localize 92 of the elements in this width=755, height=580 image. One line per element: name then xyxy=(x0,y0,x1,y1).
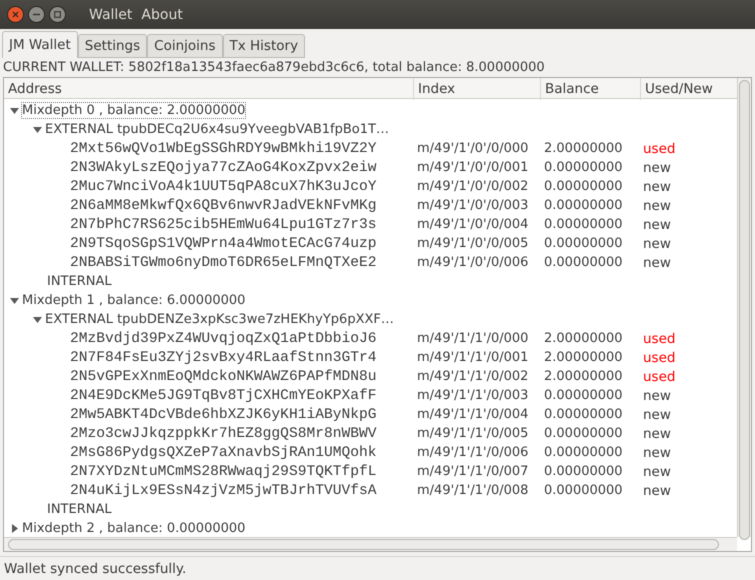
balance-cell-text: 0.00000000 xyxy=(543,464,623,479)
address-cell-text: 2Mxt56wQVo1WbEgSSGhRDY9wBMkhi19VZ2Y xyxy=(69,140,377,156)
tab[interactable]: JM Wallet xyxy=(2,31,78,58)
status-cell-text: used xyxy=(642,350,676,366)
tab[interactable]: Tx History xyxy=(222,34,306,58)
branch-label[interactable]: INTERNAL xyxy=(47,502,112,517)
balance-cell-text: 2.00000000 xyxy=(543,141,623,156)
balance-cell-text: 0.00000000 xyxy=(543,217,623,232)
status-cell-text: used xyxy=(642,330,676,346)
index-cell-text: m/49'/1'/0'/0/001 xyxy=(416,160,528,175)
status-cell-text: new xyxy=(642,216,671,232)
status-cell-text: used xyxy=(642,368,676,384)
status-cell-text: new xyxy=(642,236,671,252)
index-cell-text: m/49'/1'/0'/0/002 xyxy=(416,179,528,194)
address-cell-text: 2N4E9DcKMe5JG9TqBv8TjCXHCmYEoKPXafF xyxy=(69,388,377,404)
balance-cell-text: 0.00000000 xyxy=(543,445,623,460)
status-cell-text: new xyxy=(642,464,671,480)
column-header[interactable]: Index xyxy=(414,78,541,100)
status-cell-text: used xyxy=(642,140,676,156)
address-cell-text: 2Mw5ABKT4DcVBde6hbXZJK6yKH1iAByNkpG xyxy=(69,406,377,422)
branch-label[interactable]: INTERNAL xyxy=(47,274,112,289)
index-cell-text: m/49'/1'/0'/0/005 xyxy=(416,236,528,251)
index-cell-text: m/49'/1'/1'/0/007 xyxy=(416,464,528,479)
address-cell-text: 2Muc7WnciVoA4k1UUT5qPA8cuX7hK3uJcoY xyxy=(69,178,377,194)
balance-cell-text: 2.00000000 xyxy=(543,350,623,365)
address-cell-text: 2N4uKijLx9ESsN4zjVzM5jwTBJrhTVUVfsA xyxy=(69,482,377,498)
branch-label[interactable]: EXTERNAL tpubDENZe3xpKsc3we7zHEKhyYp6pXXF… xyxy=(45,312,394,327)
address-cell-text: 2N3WAkyLszEQojya77cZAoG4KoxZpvx2eiw xyxy=(69,160,377,176)
mixdepth-label[interactable]: Mixdepth 2 , balance: 0.00000000 xyxy=(22,521,246,536)
balance-cell-text: 2.00000000 xyxy=(543,369,623,384)
balance-cell-text: 0.00000000 xyxy=(543,179,623,194)
status-bar: Wallet synced successfully. xyxy=(0,556,755,580)
balance-cell-text: 0.00000000 xyxy=(543,426,623,441)
index-cell-text: m/49'/1'/1'/0/006 xyxy=(416,445,528,460)
address-cell-text: 2Mzo3cwJJkqzppkKr7hEZ8ggQS8Mr8nWBWV xyxy=(69,426,377,442)
address-cell-text: 2NBABSiTGWmo6nyDmoT6DR65eLFMnQTXeE2 xyxy=(69,254,377,270)
status-cell-text: new xyxy=(642,160,671,176)
vertical-scrollbar[interactable] xyxy=(737,78,751,537)
address-cell-text: 2N5vGPExXnmEoQMdckoNKWAWZ6PAPfMDN8u xyxy=(69,368,377,384)
status-cell-text: new xyxy=(642,178,671,194)
index-cell-text: m/49'/1'/0'/0/000 xyxy=(416,141,528,156)
menu-item[interactable]: About xyxy=(141,6,183,22)
address-cell-text: 2N9TSqoSGpS1VQWPrn4a4WmotECAcG74uzp xyxy=(69,236,377,252)
index-cell-text: m/49'/1'/0'/0/004 xyxy=(416,217,528,232)
tab[interactable]: Settings xyxy=(78,34,148,58)
horizontal-scrollbar[interactable] xyxy=(4,537,737,551)
address-cell-text: 2N6aMM8eMkwfQx6QBv6nwvRJadVEkNFvMKg xyxy=(69,198,377,214)
expand-down-icon[interactable] xyxy=(33,125,42,134)
column-header[interactable]: Address xyxy=(4,78,414,100)
balance-cell-text: 2.00000000 xyxy=(543,331,623,346)
index-cell-text: m/49'/1'/1'/0/002 xyxy=(416,369,528,384)
expand-down-icon[interactable] xyxy=(10,296,19,305)
close-icon[interactable] xyxy=(7,6,24,23)
index-cell-text: m/49'/1'/0'/0/006 xyxy=(416,255,528,270)
balance-cell-text: 0.00000000 xyxy=(543,483,623,498)
address-cell-text: 2N7bPhC7RS625cib5HEmWu64Lpu1GTz7r3s xyxy=(69,216,377,232)
status-cell-text: new xyxy=(642,482,671,498)
minimize-icon[interactable] xyxy=(28,6,45,23)
address-cell-text: 2MsG86PydgsQXZeP7aXnavbSjRAn1UMQohk xyxy=(69,444,377,460)
mixdepth-label[interactable]: Mixdepth 1 , balance: 6.00000000 xyxy=(22,293,246,308)
expand-right-icon[interactable] xyxy=(10,524,19,533)
expand-down-icon[interactable] xyxy=(10,106,19,115)
mixdepth-label[interactable]: Mixdepth 0 , balance: 2.00000000 xyxy=(22,103,246,118)
maximize-icon[interactable] xyxy=(49,6,66,23)
balance-cell-text: 0.00000000 xyxy=(543,255,623,270)
status-cell-text: new xyxy=(642,426,671,442)
column-header[interactable]: Balance xyxy=(541,78,641,100)
address-cell-text: 2N7F84FsEu3ZYj2svBxy4RLaafStnn3GTr4 xyxy=(69,350,377,366)
index-cell-text: m/49'/1'/0'/0/003 xyxy=(416,198,528,213)
expand-down-icon[interactable] xyxy=(33,315,42,324)
balance-cell-text: 0.00000000 xyxy=(543,388,623,403)
index-cell-text: m/49'/1'/1'/0/001 xyxy=(416,350,528,365)
branch-label[interactable]: EXTERNAL tpubDECq2U6x4su9YveegbVAB1fpBo1T… xyxy=(45,122,389,137)
index-cell-text: m/49'/1'/1'/0/005 xyxy=(416,426,528,441)
balance-cell-text: 0.00000000 xyxy=(543,236,623,251)
index-cell-text: m/49'/1'/1'/0/008 xyxy=(416,483,528,498)
address-cell-text: 2MzBvdjd39PxZ4WUvqjoqZxQ1aPtDbbioJ6 xyxy=(69,330,377,346)
status-cell-text: new xyxy=(642,198,671,214)
index-cell-text: m/49'/1'/1'/0/003 xyxy=(416,388,528,403)
index-cell-text: m/49'/1'/1'/0/004 xyxy=(416,407,528,422)
menu-item[interactable]: Wallet xyxy=(89,6,132,22)
status-cell-text: new xyxy=(642,444,671,460)
balance-cell-text: 0.00000000 xyxy=(543,160,623,175)
status-cell-text: new xyxy=(642,388,671,404)
status-cell-text: new xyxy=(642,254,671,270)
tab[interactable]: Coinjoins xyxy=(147,34,222,58)
address-cell-text: 2N7XYDzNtuMCmMS28RWwaqj29S9TQKTfpfL xyxy=(69,464,377,480)
balance-cell-text: 0.00000000 xyxy=(543,198,623,213)
balance-cell-text: 0.00000000 xyxy=(543,407,623,422)
wallet-info: CURRENT WALLET: 5802f18a13543faec6a879ebd3c6c6, total balance: 8.00000000 xyxy=(2,59,546,77)
status-cell-text: new xyxy=(642,406,671,422)
index-cell-text: m/49'/1'/1'/0/000 xyxy=(416,331,528,346)
